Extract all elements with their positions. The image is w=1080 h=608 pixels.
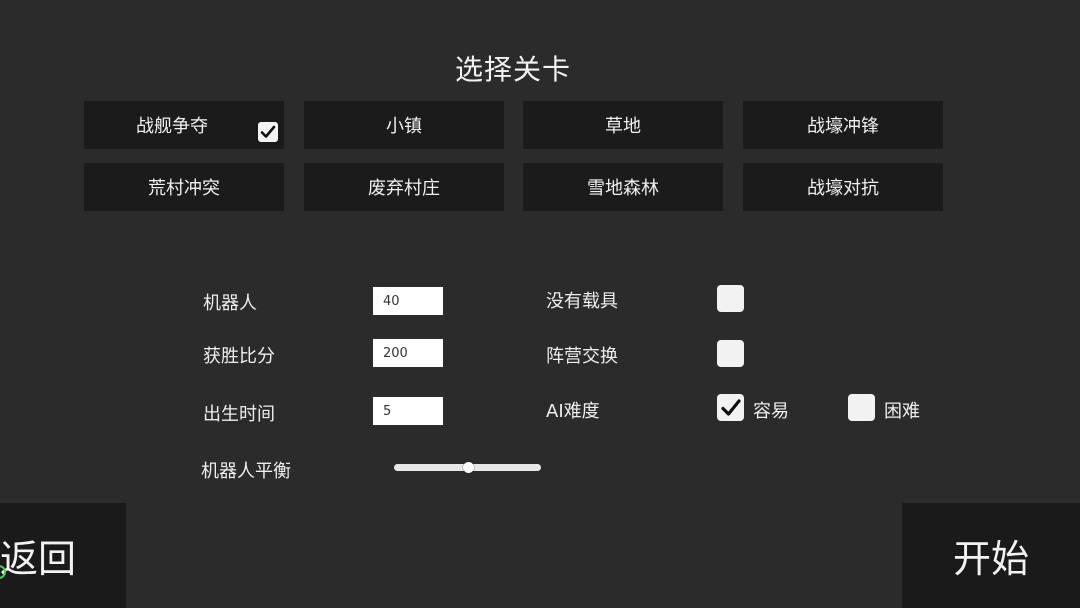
level-label: 荒村冲突 [148, 178, 220, 199]
level-button-6[interactable]: 雪地森林 [523, 163, 723, 211]
level-label: 小镇 [386, 116, 422, 137]
level-label: 战舰争夺 [136, 116, 208, 137]
level-selected-checkbox [258, 122, 278, 142]
level-label: 废弃村庄 [368, 178, 440, 199]
bots-label: 机器人 [203, 293, 257, 314]
checkmark-icon [720, 398, 741, 416]
level-select-screen: 选择关卡 战舰争夺 小镇 草地 战壕冲锋 荒村冲突 废弃村庄 雪地森林 战壕对抗… [0, 0, 1080, 608]
easy-label: 容易 [753, 401, 789, 422]
no-vehicles-checkbox[interactable] [717, 285, 744, 312]
bot-balance-label: 机器人平衡 [201, 461, 291, 482]
level-label: 战壕对抗 [807, 178, 879, 199]
slider-handle[interactable] [462, 462, 474, 473]
level-label: 草地 [605, 116, 641, 137]
win-score-input[interactable] [373, 339, 443, 367]
level-label: 雪地森林 [587, 178, 659, 199]
level-button-1[interactable]: 小镇 [304, 101, 504, 149]
win-score-label: 获胜比分 [203, 346, 275, 367]
hard-label: 困难 [884, 401, 920, 422]
easy-checkbox[interactable] [717, 394, 744, 421]
page-title: 选择关卡 [454, 53, 571, 86]
level-label: 战壕冲锋 [807, 116, 879, 137]
level-button-5[interactable]: 废弃村庄 [304, 163, 504, 211]
level-button-0[interactable]: 战舰争夺 [84, 101, 284, 149]
bots-input[interactable] [373, 287, 443, 315]
back-label: 返回 [0, 537, 77, 581]
level-button-2[interactable]: 草地 [523, 101, 723, 149]
team-swap-checkbox[interactable] [717, 340, 744, 367]
start-button[interactable]: 开始 [902, 503, 1080, 608]
checkmark-icon [260, 125, 276, 138]
hard-checkbox[interactable] [848, 394, 875, 421]
back-button[interactable]: 返回 [0, 503, 126, 608]
spawn-time-input[interactable] [373, 397, 443, 425]
level-button-4[interactable]: 荒村冲突 [84, 163, 284, 211]
spawn-time-label: 出生时间 [203, 404, 275, 425]
bot-balance-slider[interactable] [394, 462, 541, 473]
ai-difficulty-label: AI难度 [546, 401, 600, 422]
level-button-7[interactable]: 战壕对抗 [743, 163, 943, 211]
no-vehicles-label: 没有载具 [546, 291, 618, 312]
level-button-3[interactable]: 战壕冲锋 [743, 101, 943, 149]
team-swap-label: 阵营交换 [546, 346, 618, 367]
start-label: 开始 [952, 537, 1029, 581]
